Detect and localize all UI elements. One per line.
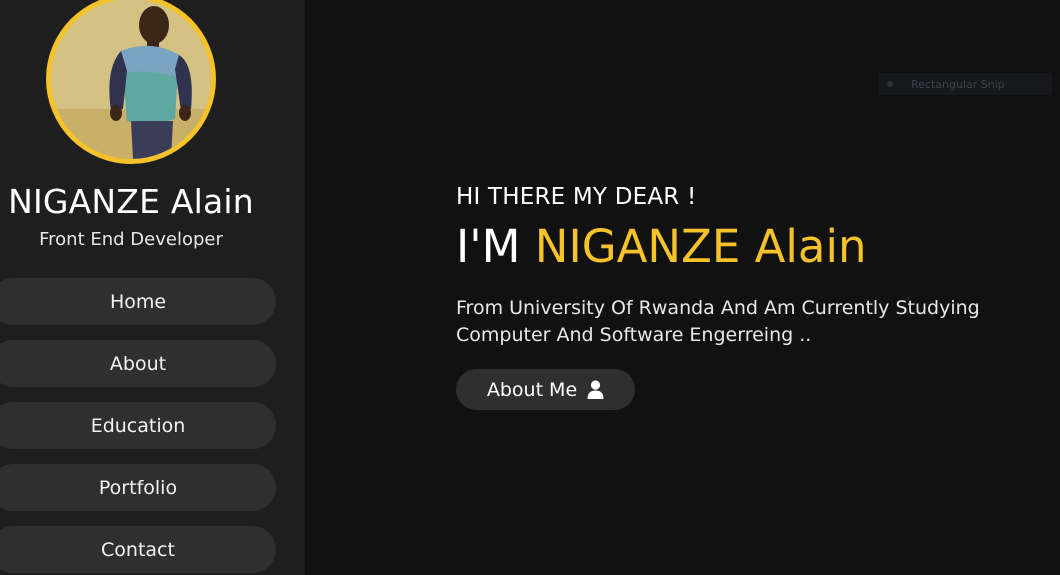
sidebar: NIGANZE Alain Front End Developer Home A… — [0, 0, 305, 575]
nav-item-contact[interactable]: Contact — [0, 526, 276, 573]
nav-item-home[interactable]: Home — [0, 278, 276, 325]
snip-dot-icon — [887, 81, 893, 87]
nav-item-portfolio[interactable]: Portfolio — [0, 464, 276, 511]
about-me-button[interactable]: About Me — [456, 369, 635, 410]
profile-role: Front End Developer — [39, 229, 223, 250]
page: NIGANZE Alain Front End Developer Home A… — [0, 0, 1060, 575]
nav-item-about[interactable]: About — [0, 340, 276, 387]
snip-label: Rectangular Snip — [911, 77, 1005, 91]
headline-prefix: I'M — [456, 220, 521, 273]
profile-name: NIGANZE Alain — [8, 182, 254, 221]
about-me-label: About Me — [486, 378, 578, 401]
user-icon — [587, 380, 604, 399]
avatar-photo — [51, 0, 211, 159]
headline-name: NIGANZE Alain — [534, 220, 867, 273]
hero-intro: From University Of Rwanda And Am Current… — [456, 297, 980, 346]
hero-greeting: HI THERE MY DEAR ! — [456, 184, 697, 210]
rectangular-snip-widget[interactable]: Rectangular Snip — [879, 73, 1052, 95]
avatar-ring — [46, 0, 216, 164]
avatar — [51, 0, 211, 159]
nav-item-education[interactable]: Education — [0, 402, 276, 449]
hero-headline: I'M NIGANZE Alain — [456, 220, 866, 273]
